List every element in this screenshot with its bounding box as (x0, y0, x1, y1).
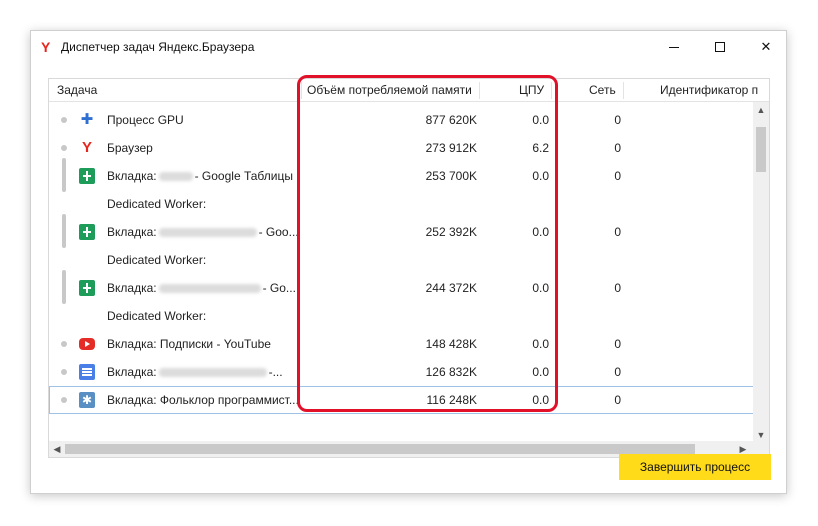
blurred-text (158, 172, 193, 182)
task-name: Вкладка: Фольклор программист... (107, 393, 299, 407)
task-name: Вкладка: - Go... (107, 281, 296, 295)
end-process-button[interactable]: Завершить процесс (619, 454, 771, 480)
network-value: 0 (614, 141, 621, 155)
network-value: 0 (614, 337, 621, 351)
scroll-up-icon[interactable]: ▲ (753, 102, 769, 118)
network-value: 0 (614, 281, 621, 295)
vertical-scrollbar[interactable]: ▲ ▼ (753, 102, 769, 443)
minimize-icon (669, 46, 679, 48)
task-name: Вкладка: -... (107, 365, 283, 379)
yandex-icon: Y (81, 139, 92, 156)
sheets-icon (79, 224, 95, 240)
docs-icon (79, 364, 95, 380)
blurred-text (158, 284, 261, 294)
task-name: Вкладка: - Google Таблицы (107, 169, 293, 183)
maximize-icon (715, 42, 725, 52)
column-header-task[interactable]: Задача (57, 79, 97, 102)
maximize-button[interactable] (697, 31, 743, 63)
network-value: 0 (614, 169, 621, 183)
task-name: Dedicated Worker: (107, 253, 207, 267)
close-button[interactable]: ✕ (743, 31, 789, 63)
youtube-icon (79, 338, 95, 350)
blurred-text (158, 368, 267, 378)
task-name: Вкладка: Подписки - YouTube (107, 337, 271, 351)
blurred-text (158, 228, 257, 238)
column-header-network[interactable]: Сеть (589, 79, 616, 102)
network-value: 0 (614, 113, 621, 127)
window-title: Диспетчер задач Яндекс.Браузера (61, 40, 255, 54)
task-name: Вкладка: - Goo... (107, 225, 299, 239)
task-name: Dedicated Worker: (107, 309, 207, 323)
scroll-left-icon[interactable]: ◀ (49, 441, 65, 457)
yandex-browser-icon: Y (41, 39, 51, 55)
task-name: Dedicated Worker: (107, 197, 207, 211)
title-bar[interactable]: Y Диспетчер задач Яндекс.Браузера ✕ (31, 31, 786, 63)
vertical-scroll-thumb[interactable] (756, 127, 766, 172)
sheets-icon (79, 280, 95, 296)
network-value: 0 (614, 225, 621, 239)
puzzle-icon: ✚ (80, 111, 94, 128)
close-icon: ✕ (760, 39, 772, 54)
horizontal-scroll-thumb[interactable] (65, 444, 695, 454)
highlight-frame (297, 75, 558, 412)
task-name: Процесс GPU (107, 113, 184, 127)
minimize-button[interactable] (651, 31, 697, 63)
sheets-icon (79, 168, 95, 184)
site-favicon-icon (79, 392, 95, 408)
network-value: 0 (614, 393, 621, 407)
column-header-pid[interactable]: Идентификатор п (660, 79, 758, 102)
network-value: 0 (614, 365, 621, 379)
task-name: Браузер (107, 141, 153, 155)
